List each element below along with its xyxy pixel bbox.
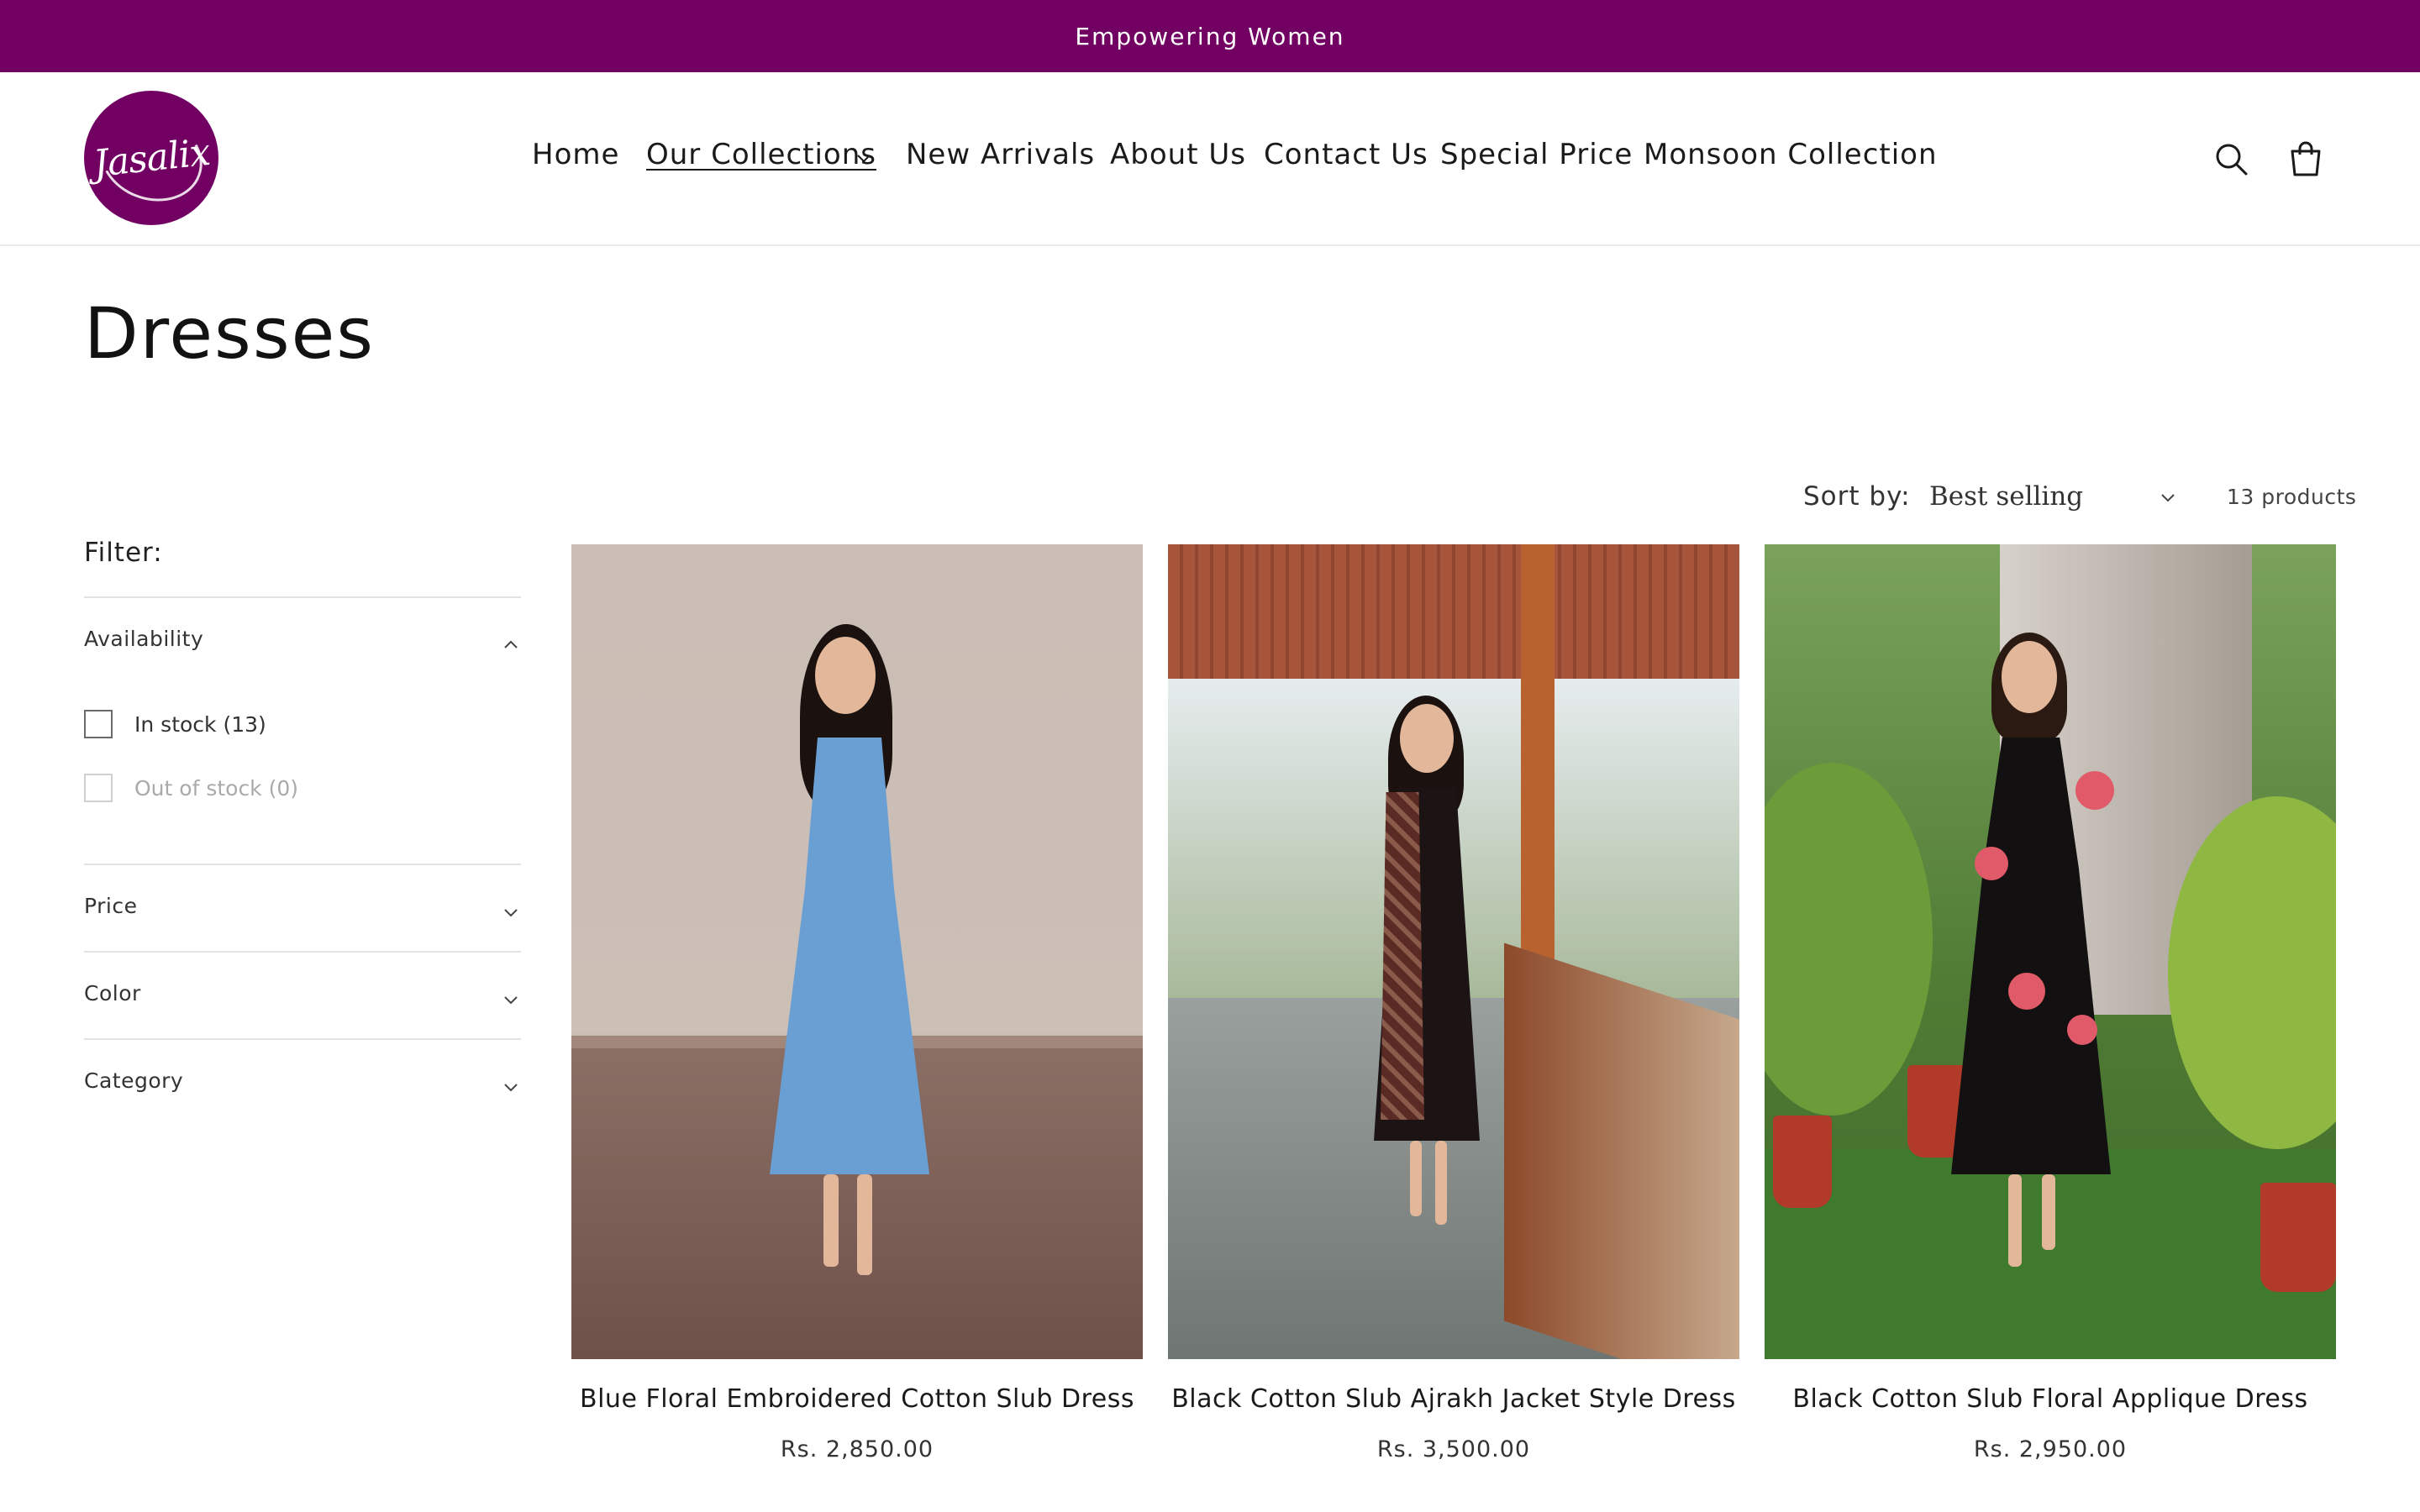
facet-price[interactable]: Price bbox=[84, 889, 521, 931]
product-count: 13 products bbox=[2227, 485, 2357, 509]
filter-option-label: In stock (13) bbox=[134, 711, 266, 737]
chevron-down-icon bbox=[2161, 494, 2175, 502]
announcement-bar: Empowering Women bbox=[0, 0, 2420, 72]
chevron-down-icon bbox=[504, 1084, 518, 1092]
sort-select[interactable]: Best selling bbox=[1924, 475, 2176, 517]
product-name[interactable]: Blue Floral Embroidered Cotton Slub Dres… bbox=[571, 1384, 1143, 1414]
announcement-text: Empowering Women bbox=[1075, 22, 1345, 50]
product-image[interactable] bbox=[1168, 544, 1739, 1359]
filter-title: Filter: bbox=[84, 538, 163, 568]
product-image[interactable] bbox=[571, 544, 1143, 1359]
cart-icon[interactable] bbox=[2286, 139, 2326, 180]
filter-option-label: Out of stock (0) bbox=[134, 775, 299, 801]
nav-item-our-collections[interactable]: Our Collections bbox=[646, 138, 876, 171]
sort-label: Sort by: bbox=[1803, 481, 1911, 512]
chevron-down-icon bbox=[504, 909, 518, 917]
chevron-down-icon[interactable] bbox=[855, 150, 872, 166]
facet-availability[interactable]: Availability bbox=[84, 622, 521, 664]
main-nav: Home Our Collections New Arrivals About … bbox=[0, 72, 2420, 246]
product-price: Rs. 2,950.00 bbox=[1973, 1436, 2128, 1462]
checkbox[interactable] bbox=[84, 774, 113, 802]
product-image[interactable] bbox=[1765, 544, 2336, 1359]
facet-label: Color bbox=[84, 981, 141, 1005]
checkbox[interactable] bbox=[84, 710, 113, 738]
divider bbox=[84, 864, 521, 865]
search-icon[interactable] bbox=[2212, 139, 2252, 180]
facet-color[interactable]: Color bbox=[84, 976, 521, 1018]
nav-item-special-price[interactable]: Special Price bbox=[1440, 138, 1633, 171]
facet-label: Availability bbox=[84, 627, 204, 651]
nav-item-contact-us[interactable]: Contact Us bbox=[1264, 138, 1428, 171]
product-name[interactable]: Black Cotton Slub Floral Applique Dress bbox=[1765, 1384, 2336, 1414]
divider bbox=[84, 1038, 521, 1040]
facet-label: Price bbox=[84, 894, 138, 918]
product-name[interactable]: Black Cotton Slub Ajrakh Jacket Style Dr… bbox=[1168, 1384, 1739, 1414]
page-title: Dresses bbox=[84, 292, 376, 375]
divider bbox=[84, 951, 521, 953]
nav-item-new-arrivals[interactable]: New Arrivals bbox=[906, 138, 1095, 171]
nav-item-monsoon-collection[interactable]: Monsoon Collection bbox=[1644, 138, 1938, 171]
nav-item-home[interactable]: Home bbox=[532, 138, 619, 171]
chevron-up-icon bbox=[504, 640, 518, 648]
divider bbox=[84, 596, 521, 598]
facet-category[interactable]: Category bbox=[84, 1063, 521, 1105]
chevron-down-icon bbox=[504, 996, 518, 1005]
site-header: Jasalix Home Our Collections New Arrival… bbox=[0, 72, 2420, 246]
facet-label: Category bbox=[84, 1068, 184, 1093]
nav-item-about-us[interactable]: About Us bbox=[1110, 138, 1246, 171]
product-price: Rs. 2,850.00 bbox=[780, 1436, 934, 1462]
filter-option-out-of-stock[interactable]: Out of stock (0) bbox=[84, 771, 298, 805]
sort-value: Best selling bbox=[1929, 481, 2084, 512]
filter-option-in-stock[interactable]: In stock (13) bbox=[84, 707, 266, 741]
product-price: Rs. 3,500.00 bbox=[1376, 1436, 1531, 1462]
